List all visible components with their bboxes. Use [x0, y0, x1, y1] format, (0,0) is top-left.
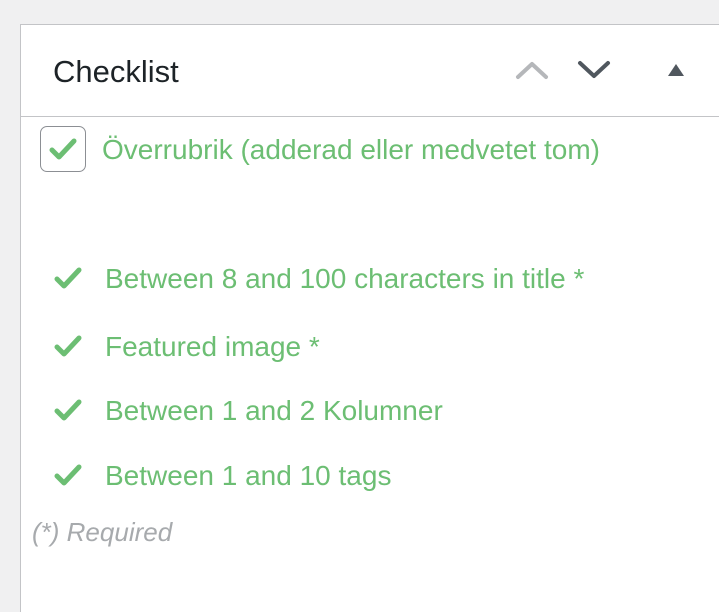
checklist-item-label: Between 1 and 2 Kolumner — [105, 395, 443, 426]
move-up-button[interactable] — [509, 47, 555, 93]
chevron-up-icon — [516, 62, 548, 79]
checklist-item-label: Överrubrik (adderad eller medvetet tom) — [102, 134, 600, 165]
required-note: (*) Required — [32, 517, 173, 547]
checkmark-icon — [54, 335, 82, 357]
checkmark-icon — [49, 138, 77, 160]
panel-header: Checklist — [21, 25, 719, 117]
checkmark-icon — [54, 464, 82, 486]
checkmark-icon — [54, 267, 82, 289]
panel-title: Checklist — [53, 54, 179, 89]
checklist-checkbox-overrubrik[interactable] — [40, 126, 86, 172]
checklist-item-label: Featured image * — [105, 331, 320, 362]
checklist-item-label: Between 1 and 10 tags — [105, 460, 392, 491]
chevron-down-icon — [578, 61, 610, 78]
move-down-button[interactable] — [571, 47, 617, 93]
checkmark-icon — [54, 399, 82, 421]
checklist-item-label: Between 8 and 100 characters in title * — [105, 263, 585, 294]
toggle-panel-button[interactable] — [653, 47, 699, 93]
triangle-up-icon — [668, 64, 684, 76]
